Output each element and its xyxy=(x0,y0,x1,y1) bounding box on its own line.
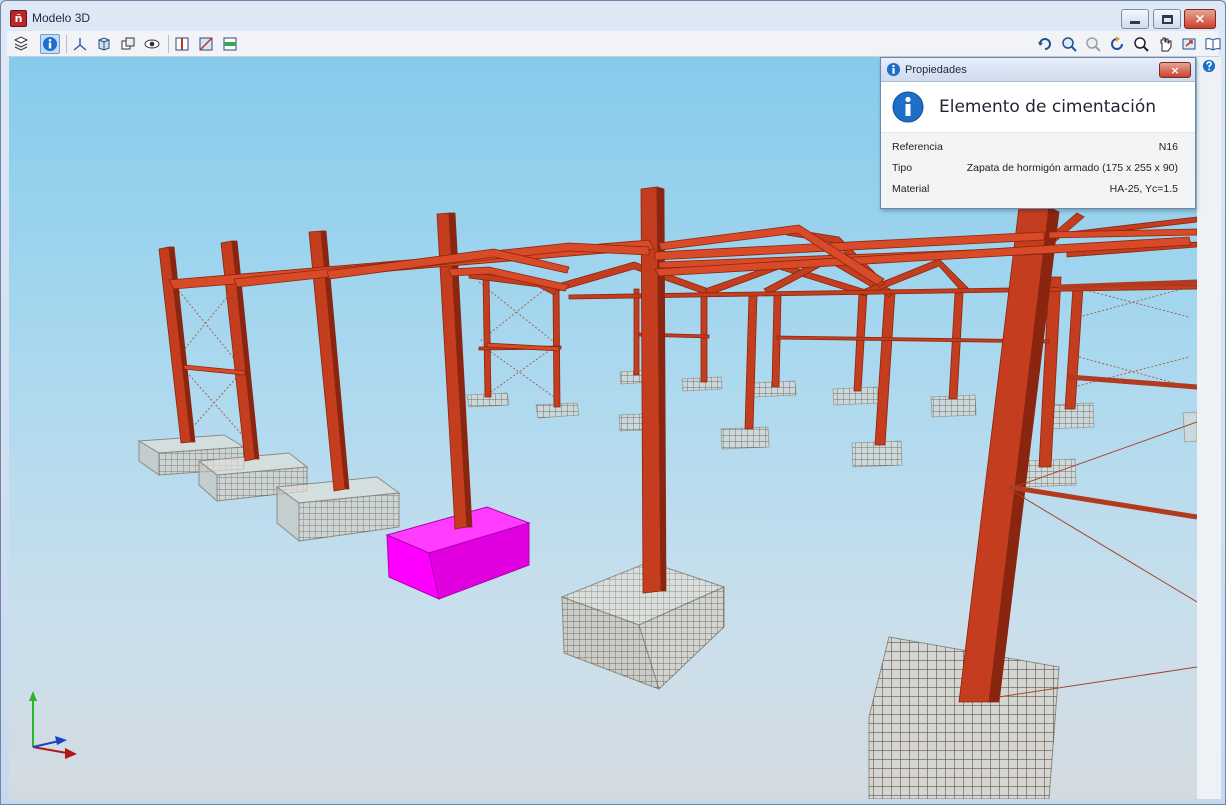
info-button[interactable] xyxy=(40,34,60,54)
pan-icon xyxy=(1160,37,1172,52)
views-icon xyxy=(121,37,135,50)
property-row-tipo: Tipo Zapata de hormigón armado (175 x 25… xyxy=(892,159,1178,177)
property-key: Material xyxy=(892,183,930,195)
zoom-all-button[interactable] xyxy=(1083,34,1103,54)
refresh-view-button[interactable] xyxy=(1107,34,1127,54)
zoom-window-button[interactable] xyxy=(1059,34,1079,54)
help-icon xyxy=(1202,59,1216,73)
axis-gizmo xyxy=(29,691,77,759)
rotate-button[interactable] xyxy=(1035,34,1055,54)
solid-view-icon xyxy=(98,37,110,51)
properties-close-button[interactable]: × xyxy=(1159,62,1191,78)
property-key: Referencia xyxy=(892,141,943,153)
section-plane-icon xyxy=(175,37,189,51)
clip-plane-icon xyxy=(199,37,213,51)
app-window: ñ Modelo 3D × Propiedades × Elemento de … xyxy=(0,0,1226,805)
property-row-referencia: Referencia N16 xyxy=(892,138,1178,156)
app-logo-icon: ñ xyxy=(10,10,27,27)
info-large-icon xyxy=(892,91,924,123)
axes-icon xyxy=(73,38,87,51)
zoom-window-icon xyxy=(1062,37,1077,52)
book-button[interactable] xyxy=(1203,34,1223,54)
visibility-icon xyxy=(144,39,160,49)
close-icon: × xyxy=(1194,11,1206,27)
properties-list: Referencia N16 Tipo Zapata de hormigón a… xyxy=(881,132,1195,208)
info-icon xyxy=(43,37,57,51)
layers-button[interactable] xyxy=(11,34,31,54)
property-value: Zapata de hormigón armado (175 x 255 x 9… xyxy=(966,162,1178,174)
views-button[interactable] xyxy=(118,34,138,54)
close-icon: × xyxy=(1170,63,1180,77)
property-key: Tipo xyxy=(892,162,913,174)
toolbar xyxy=(7,31,1221,57)
property-row-material: Material HA-25, Yc=1.5 xyxy=(892,180,1178,198)
solid-view-button[interactable] xyxy=(94,34,114,54)
close-button[interactable]: × xyxy=(1184,9,1216,29)
properties-header: Elemento de cimentación xyxy=(881,82,1195,132)
floor-plan-button[interactable] xyxy=(220,34,240,54)
axes-button[interactable] xyxy=(70,34,90,54)
book-icon xyxy=(1205,38,1221,51)
element-type-heading: Elemento de cimentación xyxy=(939,97,1157,117)
visibility-button[interactable] xyxy=(142,34,162,54)
zoom-icon xyxy=(1134,37,1149,52)
rotate-icon xyxy=(1038,38,1051,50)
title-bar[interactable]: ñ Modelo 3D × xyxy=(1,1,1225,31)
zoom-all-icon xyxy=(1086,37,1101,52)
maximize-button[interactable] xyxy=(1153,9,1181,29)
minimize-icon xyxy=(1130,20,1140,24)
zoom-button[interactable] xyxy=(1131,34,1151,54)
footing[interactable] xyxy=(466,369,1197,488)
properties-title: Propiedades xyxy=(905,64,967,76)
window-title: Modelo 3D xyxy=(32,11,91,25)
maximize-icon xyxy=(1161,14,1173,24)
right-side-strip xyxy=(1197,57,1221,799)
help-button[interactable] xyxy=(1200,57,1218,75)
section-plane-button[interactable] xyxy=(172,34,192,54)
export-icon xyxy=(1182,38,1196,50)
minimize-button[interactable] xyxy=(1121,9,1149,29)
pan-button[interactable] xyxy=(1155,34,1175,54)
export-button[interactable] xyxy=(1179,34,1199,54)
clip-plane-button[interactable] xyxy=(196,34,216,54)
properties-panel: Propiedades × Elemento de cimentación Re… xyxy=(880,57,1196,209)
property-value: HA-25, Yc=1.5 xyxy=(1109,183,1178,195)
properties-title-bar[interactable]: Propiedades × xyxy=(881,58,1195,82)
floor-plan-icon xyxy=(223,37,237,51)
refresh-view-icon xyxy=(1111,36,1123,50)
property-value: N16 xyxy=(1158,141,1178,153)
layers-icon xyxy=(13,36,29,51)
info-icon xyxy=(886,62,901,77)
